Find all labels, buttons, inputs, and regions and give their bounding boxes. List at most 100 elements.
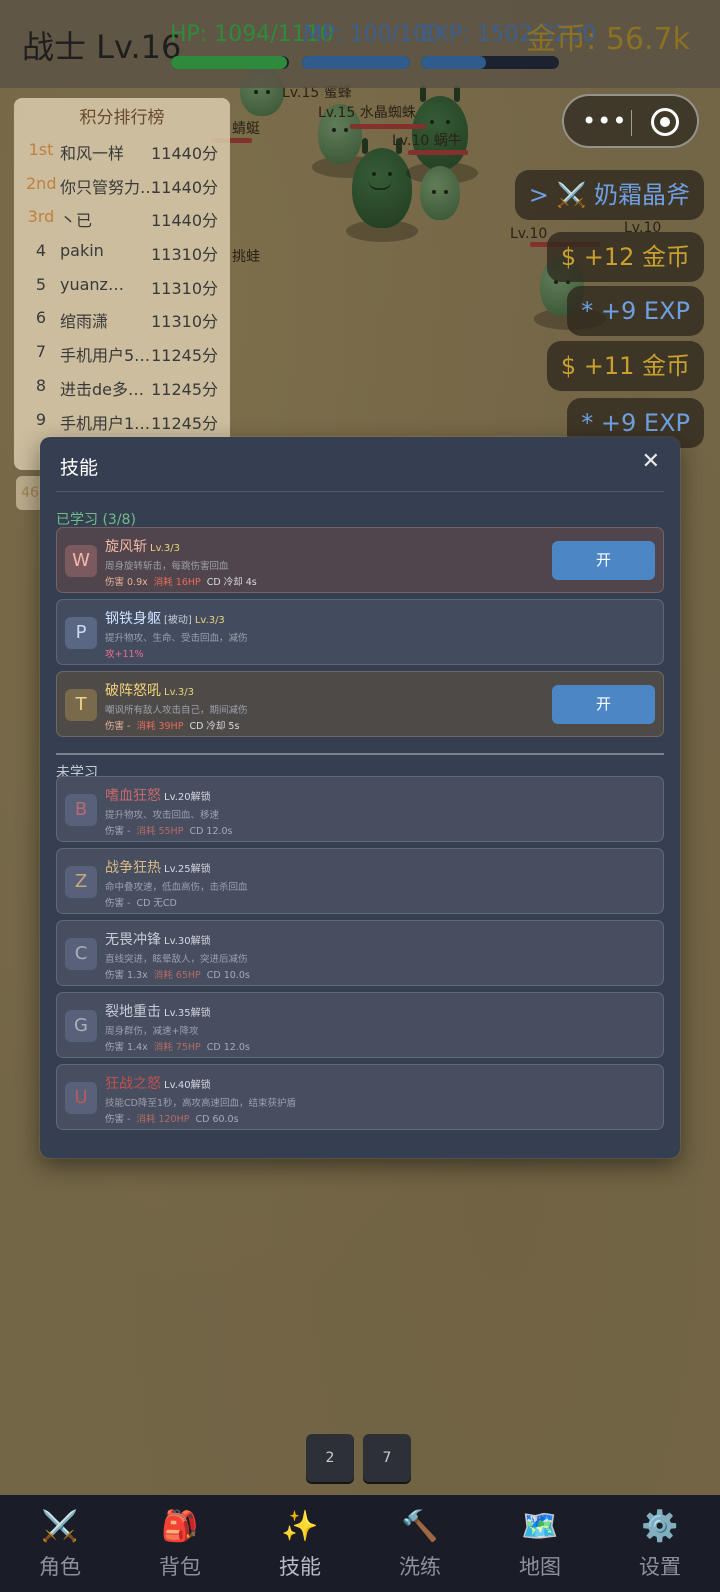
leaderboard-name: yuanz… [60,274,124,294]
page-button[interactable]: 2 [306,1434,354,1482]
locked-skill-card[interactable]: G 裂地重击 Lv.35解锁 周身群伤，减速+降攻 伤害 1.4x 消耗 75HP CD 1… [56,992,664,1058]
leaderboard-row: 2nd 你只管努力… 11440分 [14,168,230,202]
skill-stat: 消耗 39HP [136,721,184,732]
close-miniprogram-icon[interactable] [651,108,679,136]
skill-name-line: 战争狂热 Lv.25解锁 [105,857,211,877]
loot-toast: $ +12 金币 [546,232,704,282]
skill-stat: 消耗 120HP [136,1114,190,1125]
skill-name: 战争狂热 [105,860,161,876]
nav-settings[interactable]: ⚙️ 设置 [600,1495,720,1592]
leaderboard-rank: 8 [35,375,47,395]
capsule-divider [631,110,632,136]
skill-stat: CD 60.0s [195,1114,239,1125]
nav-map[interactable]: 🗺️ 地图 [480,1495,600,1592]
skill-name: 破阵怒吼 [105,683,161,699]
more-options-icon[interactable]: ••• [582,109,627,133]
modal-title: 技能 [60,457,99,479]
learned-skill-card[interactable]: P 钢铁身躯 [被动] Lv.3/3 提升物攻、生命、受击回血，减伤 攻+11% [56,599,664,665]
skill-key-badge: G [65,1010,97,1042]
skill-name-line: 裂地重击 Lv.35解锁 [105,1001,211,1021]
skill-stats: 伤害 1.3x 消耗 65HP CD 10.0s [105,967,256,981]
skill-unlock-level: Lv.35解锁 [164,1008,211,1019]
locked-skill-card[interactable]: C 无畏冲锋 Lv.30解锁直线突进，眩晕敌人，突进后减伤 伤害 1.3x 消耗 65H… [56,920,664,986]
leaderboard-score: 11310分 [151,312,218,332]
skill-key-badge: P [65,617,97,649]
bottom-nav: ⚔️ 角色 🎒 背包 ✨ 技能 🔨 洗练 🗺️ 地图 ⚙️ 设置 [0,1495,720,1592]
skill-tag: [被动] [164,615,192,626]
hammer-icon: 🔨 [401,1509,439,1544]
leaderboard-rank: 2nd [26,173,57,193]
skill-name-line: 嗜血狂怒 Lv.20解锁 [105,785,211,805]
leaderboard-rank: 6 [35,308,47,328]
skill-toggle-button[interactable]: 开 [552,685,655,724]
nav-label: 地图 [519,1555,561,1579]
header-divider [56,491,664,492]
nav-label: 设置 [639,1555,681,1579]
skill-description: 直线突进，眩晕敌人，突进后减伤 [105,954,248,965]
skill-stats: 伤害 - CD 无CD [105,895,183,909]
skill-stats: 伤害 - 消耗 120HP CD 60.0s [105,1111,245,1125]
skill-key-badge: T [65,689,97,721]
skill-stat: 攻+11% [105,649,144,660]
map-icon: 🗺️ [521,1509,559,1544]
leaderboard-name: 丶已 [60,211,93,231]
skill-stat: CD 冷却 4s [206,577,257,588]
leaderboard-row: 6 绾雨潇 11310分 [14,302,230,336]
leaderboard-list: 1st 和风一样 11440分 2nd 你只管努力… 11440分 3rd 丶已 11440分 4… [14,134,230,437]
skill-toggle-button[interactable]: 开 [552,541,655,580]
close-icon[interactable]: ✕ [642,449,660,474]
learned-skill-card[interactable]: T 破阵怒吼 Lv.3/3 嘲讽所有敌人攻击自己，期间减伤 伤害 - 消耗 39HP CD … [56,671,664,737]
skill-stats: 伤害 - 消耗 55HP CD 12.0s [105,823,239,837]
learned-section-title: 已学习 (3/8) [56,512,136,528]
leaderboard-row: 8 进击de多… 11245分 [14,370,230,404]
section-divider [56,753,664,755]
skill-unlock-level: Lv.30解锁 [164,936,211,947]
nav-label: 角色 [39,1555,81,1579]
skill-name: 无畏冲锋 [105,932,161,948]
skill-name: 裂地重击 [105,1004,161,1020]
exp-bar-fill [421,56,486,69]
skill-key-badge: B [65,794,97,826]
nav-skills[interactable]: ✨ 技能 [240,1495,360,1592]
leaderboard-row: 7 手机用户5… 11245分 [14,336,230,370]
leaderboard-name: 手机用户1… [60,413,151,433]
skill-description: 技能CD降至1秒，高攻高速回血，结束获护盾 [105,1098,296,1109]
skill-stat: 消耗 55HP [136,826,184,837]
leaderboard-rank: 1st [28,140,54,159]
nav-refine[interactable]: 🔨 洗练 [360,1495,480,1592]
nav-bag[interactable]: 🎒 背包 [120,1495,240,1592]
skill-name: 嗜血狂怒 [105,788,161,804]
skill-stat: 伤害 1.3x [105,970,148,981]
loot-toast: * +9 EXP [567,286,704,336]
skill-key-badge: C [65,938,97,970]
leaderboard-name: 你只管努力… [60,177,157,197]
skill-unlock-level: Lv.25解锁 [164,864,211,875]
locked-skill-card[interactable]: U 狂战之怒 Lv.40解锁 技能CD降至1秒，高攻高速回血，结束获护盾 伤害 - 消耗 … [56,1064,664,1130]
nav-label: 洗练 [399,1555,441,1579]
skill-stat: 消耗 75HP [153,1042,201,1053]
skill-description: 命中叠攻速，低血高伤，击杀回血 [105,882,248,893]
mp-bar-fill [302,56,410,69]
loot-toast: > ⚔️ 奶霜晶斧 [514,170,704,220]
skill-stat: 伤害 - [105,826,131,837]
leaderboard-name: 绾雨潇 [60,312,109,332]
leaderboard-name: 和风一样 [60,144,125,163]
learned-skill-card[interactable]: W 旋风斩 Lv.3/3 周身旋转斩击，每跳伤害回血 伤害 0.9x 消耗 16HP CD … [56,527,664,593]
leaderboard-score: 11440分 [151,177,218,197]
skill-key-badge: Z [65,866,97,898]
leaderboard-score: 11310分 [151,278,218,298]
skill-stat: 伤害 - [105,898,131,909]
locked-skill-card[interactable]: Z 战争狂热 Lv.25解锁命中叠攻速，低血高伤，击杀回血 伤害 - CD 无CD [56,848,664,914]
leaderboard-score: 11440分 [151,211,218,231]
nav-character[interactable]: ⚔️ 角色 [0,1495,120,1592]
skill-stats: 伤害 1.4x 消耗 75HP CD 12.0s [105,1039,256,1053]
skill-name-line: 破阵怒吼 Lv.3/3 [105,680,194,700]
locked-skill-card[interactable]: B 嗜血狂怒 Lv.20解锁 提升物攻、攻击回血、移速 伤害 - 消耗 55HP CD 12… [56,776,664,842]
leaderboard-row: 4 pakin 11310分 [14,235,230,269]
page-button[interactable]: 7 [363,1434,411,1482]
skill-description: 提升物攻、生命、受击回血，减伤 [105,633,248,644]
sparkles-icon: ✨ [281,1509,319,1544]
skill-stat: CD 12.0s [189,826,233,837]
leaderboard-rank: 5 [35,274,47,294]
gold-counter: 金币: 56.7k [526,22,690,57]
